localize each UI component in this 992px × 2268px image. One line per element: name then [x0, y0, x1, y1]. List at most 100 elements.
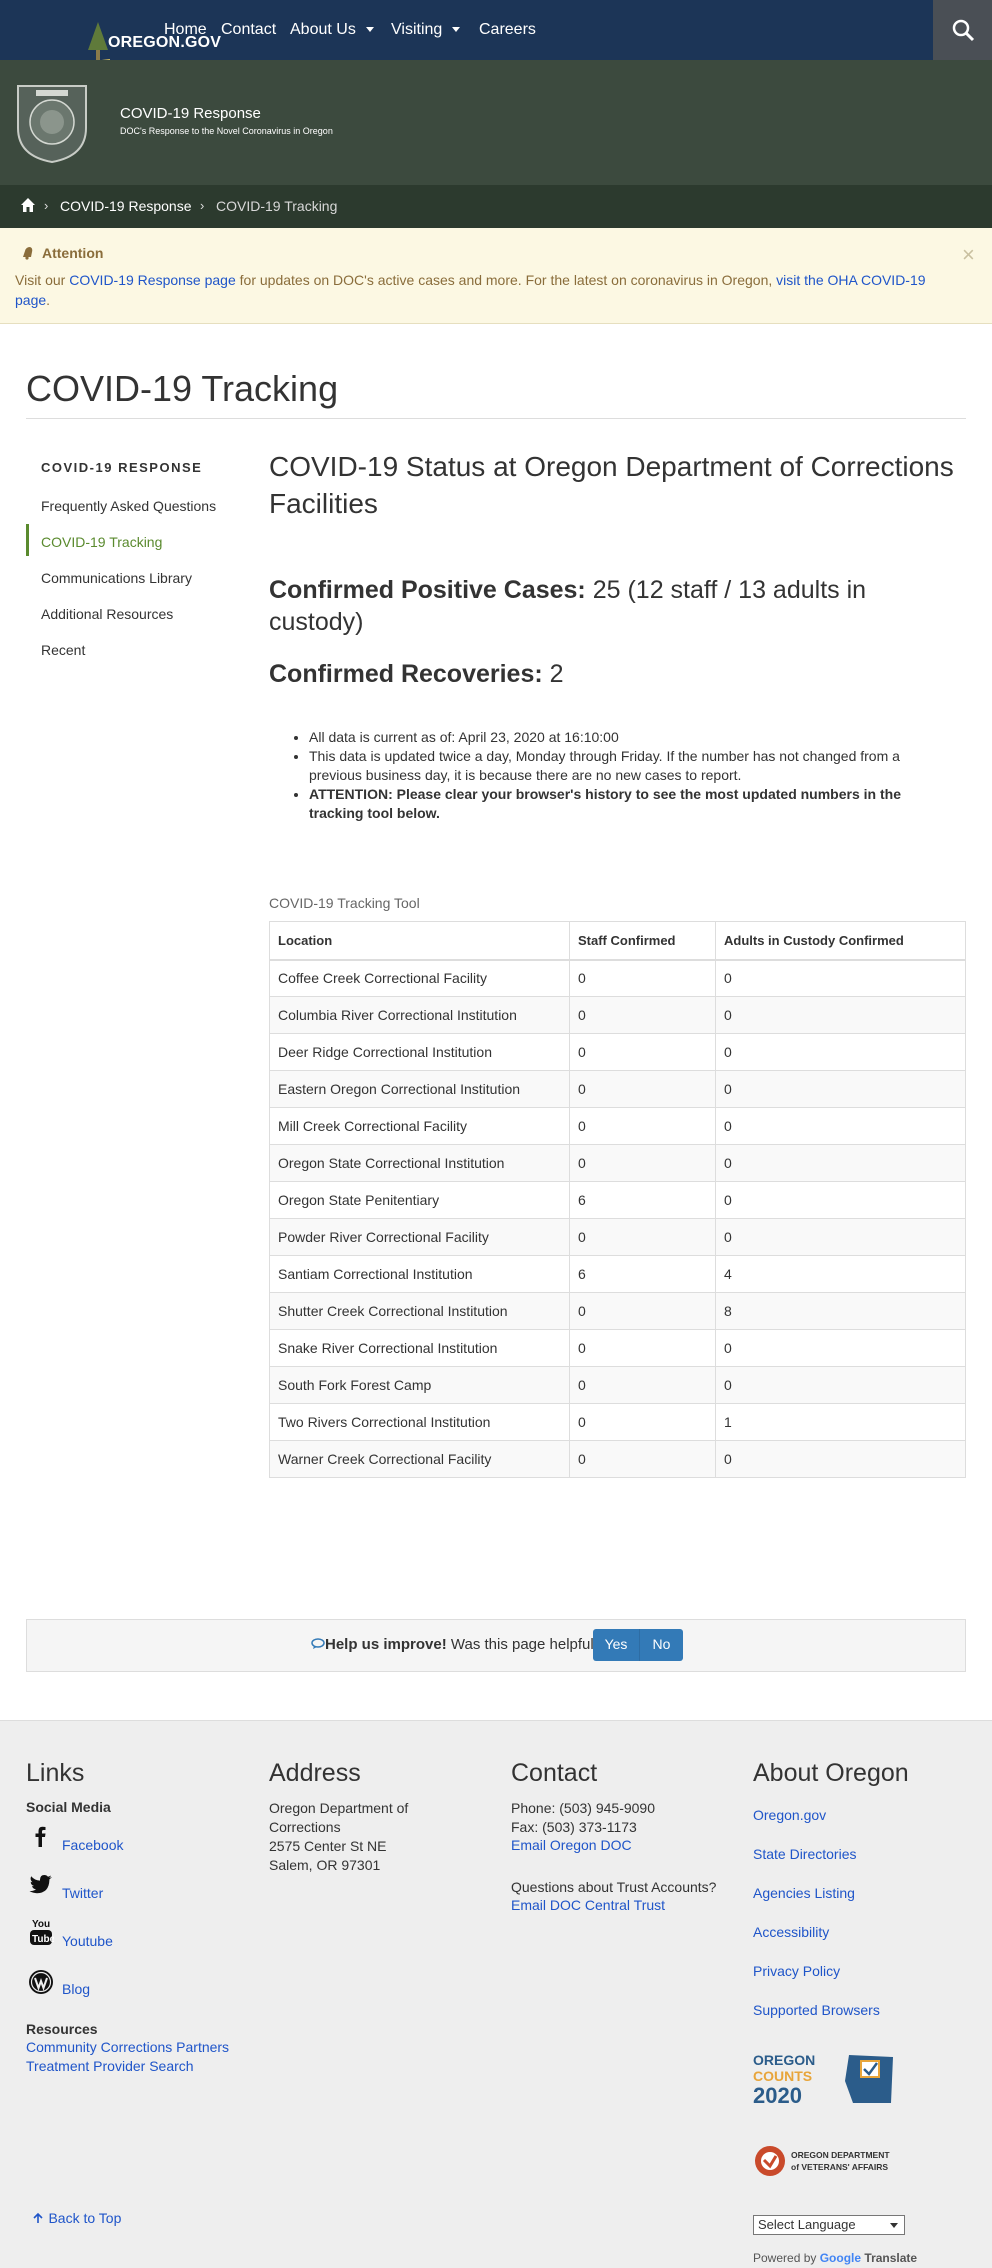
about-link-accessibility[interactable]: Accessibility	[753, 1924, 829, 1940]
nav-about-us-label: About Us	[290, 21, 356, 38]
breadcrumb-covid-response[interactable]: COVID-19 Response	[60, 198, 192, 214]
feedback-bar: Help us improve! Was this page helpful? …	[26, 1619, 966, 1672]
feedback-yes-button[interactable]: Yes	[593, 1629, 639, 1661]
nav-home[interactable]: Home	[164, 21, 207, 39]
footer-about-heading: About Oregon	[753, 1759, 909, 1787]
about-link-agencies-listing[interactable]: Agencies Listing	[753, 1885, 855, 1901]
trust-question: Questions about Trust Accounts?	[511, 1879, 717, 1895]
email-trust-link[interactable]: Email DOC Central Trust	[511, 1897, 665, 1913]
table-row: Snake River Correctional Institution 0 0	[269, 1329, 966, 1367]
comment-icon	[311, 1638, 325, 1649]
about-link-privacy-policy[interactable]: Privacy Policy	[753, 1963, 840, 1979]
search-button[interactable]	[933, 0, 992, 60]
cell-aic-confirmed: 4	[715, 1255, 966, 1293]
sidebar-heading[interactable]: COVID-19 RESPONSE	[41, 460, 202, 475]
footer-address-heading: Address	[269, 1759, 361, 1787]
table-row: Shutter Creek Correctional Institution 0 8	[269, 1292, 966, 1330]
doc-seal-logo[interactable]	[14, 80, 90, 164]
cell-aic-confirmed: 0	[715, 1107, 966, 1145]
alert-text-mid: for updates on DOC's active cases and mo…	[235, 272, 777, 288]
cell-staff-confirmed: 6	[569, 1181, 716, 1219]
cell-location: Powder River Correctional Facility	[269, 1218, 570, 1256]
close-icon[interactable]: ×	[962, 242, 975, 268]
about-link-state-directories[interactable]: State Directories	[753, 1846, 856, 1862]
cell-staff-confirmed: 0	[569, 959, 716, 997]
powered-by-google-translate[interactable]: Powered by Google Translate	[753, 2251, 917, 2265]
chevron-down-icon	[365, 27, 374, 33]
community-corrections-link[interactable]: Community Corrections Partners	[26, 2039, 229, 2055]
footer-contact-heading: Contact	[511, 1759, 598, 1787]
positive-cases: Confirmed Positive Cases: 25 (12 staff /…	[269, 574, 959, 638]
email-doc-link[interactable]: Email Oregon DOC	[511, 1837, 632, 1853]
youtube-icon[interactable]: You Tube	[28, 1917, 54, 1947]
address-line: Oregon Department of	[269, 1800, 409, 1816]
alert-title: Attention	[42, 245, 104, 261]
treatment-provider-link[interactable]: Treatment Provider Search	[26, 2058, 194, 2074]
table-row: Columbia River Correctional Institution 0…	[269, 996, 966, 1034]
cell-location: Mill Creek Correctional Facility	[269, 1107, 570, 1145]
nav-visiting-label: Visiting	[391, 21, 443, 38]
chevron-down-icon	[452, 27, 461, 33]
cell-location: Warner Creek Correctional Facility	[269, 1440, 570, 1478]
resources-heading: Resources	[26, 2021, 98, 2037]
attention-note-text: ATTENTION: Please clear your browser's h…	[309, 786, 901, 821]
wordpress-icon[interactable]	[28, 1969, 54, 1995]
svg-text:Tube: Tube	[32, 1934, 54, 1945]
oregon-counts-2020-logo[interactable]: OREGON COUNTS 2020	[753, 2051, 895, 2107]
search-icon	[952, 19, 975, 42]
recoveries-label: Confirmed Recoveries:	[269, 660, 543, 688]
cell-location: Santiam Correctional Institution	[269, 1255, 570, 1293]
cell-location: Oregon State Penitentiary	[269, 1181, 570, 1219]
address-line: Salem, OR 97301	[269, 1857, 381, 1873]
feedback-bold: Help us improve!	[325, 1636, 447, 1653]
home-icon[interactable]	[20, 197, 36, 213]
veterans-line2: of VETERANS' AFFAIRS	[791, 2162, 888, 2172]
feedback-no-button[interactable]: No	[639, 1629, 683, 1661]
cell-aic-confirmed: 0	[715, 959, 966, 997]
facebook-icon[interactable]	[28, 1823, 54, 1849]
about-link-supported-browsers[interactable]: Supported Browsers	[753, 2002, 880, 2018]
cell-aic-confirmed: 1	[715, 1403, 966, 1441]
sidebar-item-faq[interactable]: Frequently Asked Questions	[41, 498, 216, 514]
about-link-oregon-gov[interactable]: Oregon.gov	[753, 1807, 826, 1823]
nav-about-us[interactable]: About Us	[290, 21, 374, 39]
blog-link[interactable]: Blog	[62, 1981, 90, 1997]
svg-text:You: You	[32, 1919, 50, 1930]
facebook-link[interactable]: Facebook	[62, 1837, 123, 1853]
language-select[interactable]: Select Language	[753, 2215, 905, 2235]
youtube-link[interactable]: Youtube	[62, 1933, 113, 1949]
back-to-top-link[interactable]: Back to Top	[32, 2210, 121, 2228]
twitter-link[interactable]: Twitter	[62, 1885, 103, 1901]
cell-staff-confirmed: 0	[569, 1070, 716, 1108]
table-caption: COVID-19 Tracking Tool	[269, 895, 420, 911]
site-title[interactable]: COVID-19 Response	[120, 105, 261, 122]
cell-aic-confirmed: 0	[715, 1366, 966, 1404]
veterans-affairs-logo[interactable]: OREGON DEPARTMENT of VETERANS' AFFAIRS	[753, 2141, 903, 2181]
cell-location: Oregon State Correctional Institution	[269, 1144, 570, 1182]
sidebar-item-covid-tracking[interactable]: COVID-19 Tracking	[41, 534, 162, 550]
breadcrumb-separator: ›	[44, 198, 49, 213]
oregon-counts-line1: OREGON	[753, 2052, 815, 2068]
cell-staff-confirmed: 0	[569, 1144, 716, 1182]
cell-location: Columbia River Correctional Institution	[269, 996, 570, 1034]
covid-response-page-link[interactable]: COVID-19 Response page	[69, 272, 236, 288]
attention-alert: Attention Visit our COVID-19 Response pa…	[0, 228, 992, 324]
nav-contact[interactable]: Contact	[221, 21, 276, 39]
cell-staff-confirmed: 0	[569, 996, 716, 1034]
table-row: Santiam Correctional Institution 6 4	[269, 1255, 966, 1293]
sidebar-item-communications-library[interactable]: Communications Library	[41, 570, 192, 586]
cell-aic-confirmed: 0	[715, 1070, 966, 1108]
table-row: Eastern Oregon Correctional Institution 0…	[269, 1070, 966, 1108]
cell-staff-confirmed: 0	[569, 1403, 716, 1441]
nav-careers[interactable]: Careers	[479, 21, 536, 39]
arrow-up-icon	[33, 2212, 43, 2223]
recoveries: Confirmed Recoveries: 2	[269, 658, 959, 690]
cell-staff-confirmed: 0	[569, 1033, 716, 1071]
note-attention: ATTENTION: Please clear your browser's h…	[309, 785, 949, 823]
twitter-icon[interactable]	[28, 1871, 54, 1897]
sidebar-item-recent[interactable]: Recent	[41, 642, 85, 658]
google-logo-text: Google	[819, 2251, 862, 2265]
sidebar-item-additional-resources[interactable]: Additional Resources	[41, 606, 173, 622]
nav-visiting[interactable]: Visiting	[391, 21, 461, 39]
column-header-staff: Staff Confirmed	[569, 921, 716, 961]
